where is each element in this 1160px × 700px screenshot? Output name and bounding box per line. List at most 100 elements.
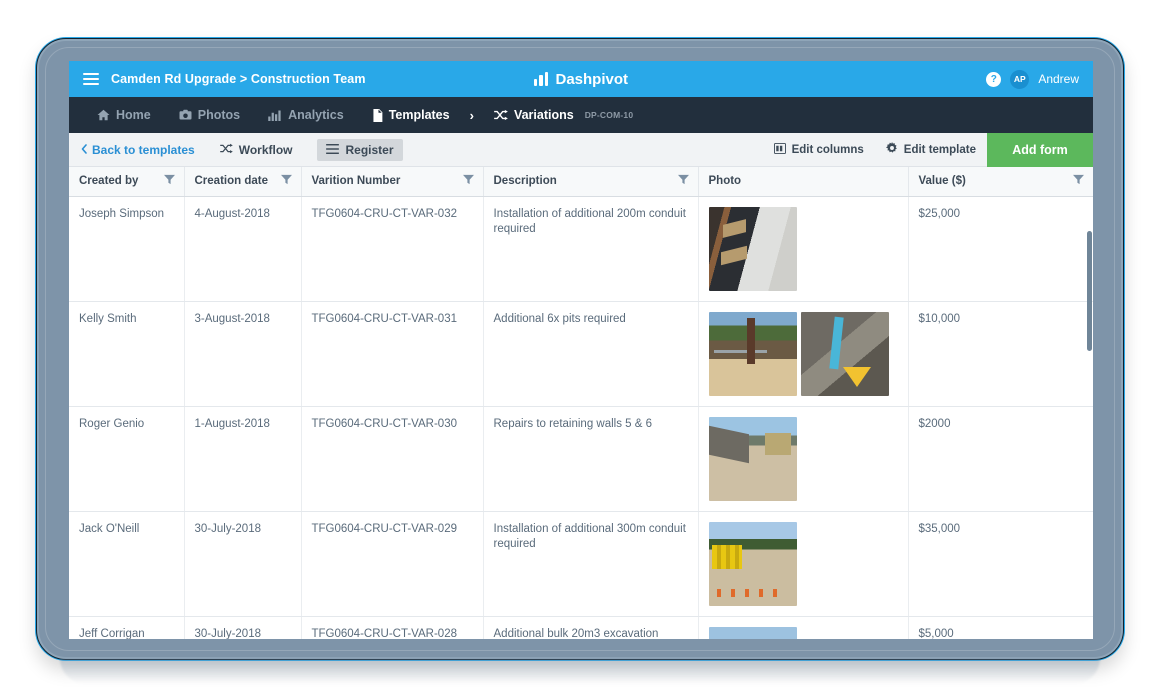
scrollbar-thumb[interactable] xyxy=(1087,231,1092,351)
filter-icon[interactable] xyxy=(462,174,474,188)
shuffle-icon xyxy=(494,109,508,121)
workflow-label: Workflow xyxy=(238,142,293,157)
brand-name: Dashpivot xyxy=(555,70,628,88)
gear-icon xyxy=(885,142,898,157)
column-label: Varition Number xyxy=(311,175,401,188)
edit-columns-label: Edit columns xyxy=(791,143,864,156)
cell-photo[interactable] xyxy=(698,301,909,407)
photo-thumbnail[interactable] xyxy=(708,311,797,396)
register-button[interactable]: Register xyxy=(317,138,403,161)
cell-value: $2000 xyxy=(908,406,1093,512)
cell-photo[interactable] xyxy=(698,406,909,512)
screenshot-stage: Camden Rd Upgrade > Construction Team Da… xyxy=(0,0,1160,700)
cell-created-by: Jeff Corrigan xyxy=(69,616,185,639)
edit-columns-button[interactable]: Edit columns xyxy=(763,133,875,167)
edit-template-label: Edit template xyxy=(903,143,976,156)
photo-thumbnail-list xyxy=(708,521,898,606)
edit-template-button[interactable]: Edit template xyxy=(875,133,987,167)
column-header-creation-date[interactable]: Creation date xyxy=(184,167,302,197)
filter-icon[interactable] xyxy=(280,174,292,188)
tablet-device-frame: Camden Rd Upgrade > Construction Team Da… xyxy=(36,38,1124,660)
photo-thumbnail[interactable] xyxy=(708,416,797,501)
nav-item-variations[interactable]: Variations DP-COM-10 xyxy=(480,97,647,133)
app-screen: Camden Rd Upgrade > Construction Team Da… xyxy=(69,61,1093,639)
column-label: Value ($) xyxy=(918,175,966,188)
vertical-scrollbar[interactable] xyxy=(1086,231,1093,639)
column-label: Photo xyxy=(708,175,742,188)
cell-description: Installation of additional 300m conduit … xyxy=(483,511,699,617)
cell-creation-date: 3-August-2018 xyxy=(184,301,302,407)
nav-item-home[interactable]: Home xyxy=(83,97,165,133)
table-row[interactable]: Joseph Simpson 4-August-2018 TFG0604-CRU… xyxy=(69,196,1093,302)
cell-value: $35,000 xyxy=(908,511,1093,617)
filter-icon[interactable] xyxy=(1072,174,1084,188)
cell-creation-date: 1-August-2018 xyxy=(184,406,302,512)
app-top-bar: Camden Rd Upgrade > Construction Team Da… xyxy=(69,61,1093,97)
table-row[interactable]: Jeff Corrigan 30-July-2018 TFG0604-CRU-C… xyxy=(69,616,1093,639)
table-row[interactable]: Kelly Smith 3-August-2018 TFG0604-CRU-CT… xyxy=(69,301,1093,407)
table-row[interactable]: Jack O'Neill 30-July-2018 TFG0604-CRU-CT… xyxy=(69,511,1093,617)
list-icon xyxy=(326,143,340,157)
table-body: Joseph Simpson 4-August-2018 TFG0604-CRU… xyxy=(69,196,1093,639)
photo-thumbnail[interactable] xyxy=(708,626,797,639)
nav-item-templates-label: Templates xyxy=(388,108,450,122)
table-row[interactable]: Roger Genio 1-August-2018 TFG0604-CRU-CT… xyxy=(69,406,1093,512)
column-label: Creation date xyxy=(194,175,269,188)
cell-variation-number: TFG0604-CRU-CT-VAR-031 xyxy=(301,301,484,407)
nav-item-photos[interactable]: Photos xyxy=(165,97,254,133)
register-label: Register xyxy=(345,142,394,157)
camera-icon xyxy=(179,109,192,121)
cell-created-by: Kelly Smith xyxy=(69,301,185,407)
back-to-templates-label: Back to templates xyxy=(92,142,195,157)
document-icon xyxy=(372,108,383,122)
photo-thumbnail[interactable] xyxy=(708,521,797,606)
nav-item-analytics-label: Analytics xyxy=(288,108,344,122)
avatar[interactable]: AP xyxy=(1010,69,1030,89)
filter-icon[interactable] xyxy=(677,174,689,188)
cell-description: Additional 6x pits required xyxy=(483,301,699,407)
user-name-label[interactable]: Andrew xyxy=(1038,72,1079,86)
cell-description: Repairs to retaining walls 5 & 6 xyxy=(483,406,699,512)
home-icon xyxy=(97,109,110,121)
column-header-photo[interactable]: Photo xyxy=(698,167,909,197)
photo-thumbnail-list xyxy=(708,206,898,291)
cell-description: Installation of additional 200m conduit … xyxy=(483,196,699,302)
column-header-description[interactable]: Description xyxy=(483,167,699,197)
cell-created-by: Jack O'Neill xyxy=(69,511,185,617)
device-reflection xyxy=(60,658,1100,684)
table-header: Created by Creation date Varition Number… xyxy=(69,167,1093,197)
hamburger-icon[interactable] xyxy=(83,73,99,85)
cell-photo[interactable] xyxy=(698,616,909,639)
register-table-container[interactable]: Created by Creation date Varition Number… xyxy=(69,167,1093,639)
photo-thumbnail-list xyxy=(708,416,898,501)
nav-item-templates[interactable]: Templates xyxy=(358,97,464,133)
cell-photo[interactable] xyxy=(698,196,909,302)
cell-created-by: Roger Genio xyxy=(69,406,185,512)
action-toolbar: Back to templates Workflow Register Edit… xyxy=(69,132,1093,167)
cell-photo[interactable] xyxy=(698,511,909,617)
column-header-created-by[interactable]: Created by xyxy=(69,167,185,197)
column-header-value[interactable]: Value ($) xyxy=(908,167,1093,197)
variations-table: Created by Creation date Varition Number… xyxy=(69,167,1093,639)
toolbar-right-group: Edit columns Edit template Add form xyxy=(763,132,1093,167)
nav-item-analytics[interactable]: Analytics xyxy=(254,97,358,133)
breadcrumb[interactable]: Camden Rd Upgrade > Construction Team xyxy=(111,72,366,86)
cell-creation-date: 30-July-2018 xyxy=(184,511,302,617)
table-header-row: Created by Creation date Varition Number… xyxy=(69,167,1093,197)
photo-thumbnail[interactable] xyxy=(708,206,797,291)
column-header-variation-number[interactable]: Varition Number xyxy=(301,167,484,197)
nav-item-variations-label: Variations xyxy=(513,108,574,122)
photo-thumbnail[interactable] xyxy=(800,311,889,396)
filter-icon[interactable] xyxy=(163,174,175,188)
back-to-templates-button[interactable]: Back to templates xyxy=(69,143,195,157)
workflow-button[interactable]: Workflow xyxy=(211,139,302,161)
cell-creation-date: 4-August-2018 xyxy=(184,196,302,302)
top-bar-right-group: ? AP Andrew xyxy=(986,69,1079,89)
add-form-button[interactable]: Add form xyxy=(987,132,1093,167)
brand-logo-group: Dashpivot xyxy=(501,71,661,88)
template-code-badge: DP-COM-10 xyxy=(584,110,634,120)
help-icon[interactable]: ? xyxy=(986,71,1002,87)
dashpivot-bars-icon xyxy=(533,72,549,86)
cell-variation-number: TFG0604-CRU-CT-VAR-029 xyxy=(301,511,484,617)
chart-icon xyxy=(268,109,282,121)
